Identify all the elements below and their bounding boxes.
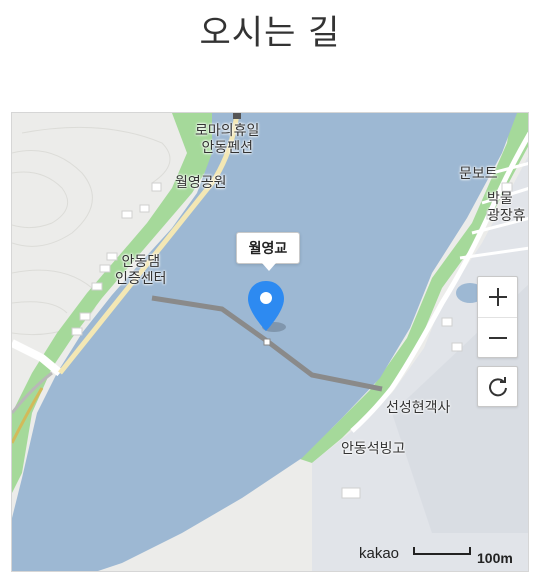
plus-icon <box>488 288 507 306</box>
place-label-seonseong[interactable]: 선성현객사 <box>386 400 450 417</box>
map-pin-icon[interactable] <box>246 279 286 335</box>
marker-callout-tail <box>262 263 276 271</box>
scale-label: 100m <box>477 550 513 566</box>
place-label-roma-line2: 안동펜션 <box>201 140 253 156</box>
page-title: 오시는 길 <box>199 13 341 53</box>
reset-map-button[interactable] <box>477 366 518 407</box>
place-label-roma[interactable]: 로마의휴일 안동펜션 <box>195 123 259 157</box>
minus-icon <box>488 337 507 339</box>
place-label-museum-line1: 박물 <box>487 191 513 207</box>
place-label-park[interactable]: 월영공원 <box>175 175 227 192</box>
place-label-dam-line1: 안동댐 <box>121 254 161 270</box>
zoom-control <box>477 276 518 358</box>
place-label-seokbing[interactable]: 안동석빙고 <box>341 441 405 458</box>
place-label-munbo[interactable]: 문보트 <box>459 166 498 183</box>
place-label-dam-line2: 인증센터 <box>115 271 167 287</box>
place-label-museum-line2: 광장휴 <box>487 208 526 224</box>
zoom-in-button[interactable] <box>478 277 517 318</box>
scale-bar <box>413 547 471 555</box>
map-attribution[interactable]: kakao <box>359 545 399 562</box>
marker-callout[interactable]: 월영교 <box>236 232 300 264</box>
map-canvas[interactable] <box>12 113 529 572</box>
zoom-out-button[interactable] <box>478 318 517 358</box>
place-label-roma-line1: 로마의휴일 <box>195 123 260 139</box>
map-container[interactable]: 로마의휴일 안동펜션 월영공원 안동댐 인증센터 문보트 박물 광장휴 선성현객… <box>11 112 529 572</box>
place-label-museum[interactable]: 박물 광장휴 <box>487 191 526 225</box>
refresh-icon <box>488 376 507 396</box>
place-label-dam[interactable]: 안동댐 인증센터 <box>115 254 167 288</box>
